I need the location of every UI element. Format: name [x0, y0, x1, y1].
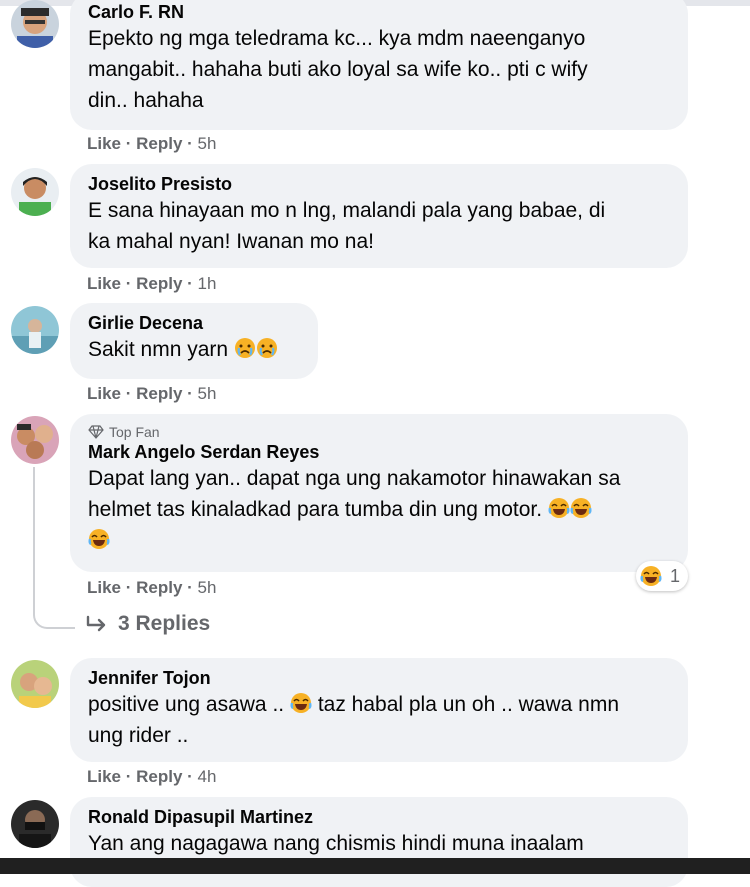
- comment-time[interactable]: 5h: [198, 134, 217, 154]
- comment-bubble: Top Fan Mark Angelo Serdan Reyes Dapat l…: [70, 414, 688, 572]
- comment-actions: Like · Reply · 5h: [87, 134, 217, 154]
- comment-author[interactable]: Joselito Presisto: [88, 173, 670, 195]
- laughing-crying-emoji: [570, 497, 592, 519]
- top-fan-diamond-icon: [88, 425, 104, 439]
- comment-text: Sakit nmn yarn: [88, 334, 300, 365]
- laughing-crying-emoji: [640, 565, 662, 587]
- reaction-count: 1: [670, 565, 681, 586]
- comment-author[interactable]: Jennifer Tojon: [88, 667, 670, 689]
- crying-emoji: [234, 337, 256, 359]
- laughing-crying-emoji: [88, 528, 110, 550]
- like-button[interactable]: Like: [87, 134, 121, 154]
- comment-text: Epekto ng mga teledrama kc... kya mdm na…: [88, 27, 588, 112]
- comment-actions: Like · Reply · 4h: [87, 767, 217, 787]
- comment-author[interactable]: Carlo F. RN: [88, 1, 670, 23]
- comment-text: Dapat lang yan.. dapat nga ung nakamotor…: [88, 463, 670, 556]
- comment-actions: Like · Reply · 5h: [87, 578, 217, 598]
- comment-bubble: Jennifer Tojon positive ung asawa .. taz…: [70, 658, 688, 762]
- reply-button[interactable]: Reply: [136, 578, 182, 598]
- top-fan-badge: Top Fan: [88, 423, 670, 441]
- comment-author[interactable]: Girlie Decena: [88, 312, 300, 334]
- taskbar: [0, 858, 750, 874]
- reaction-summary[interactable]: 1: [636, 561, 689, 591]
- reply-arrow-icon: [86, 615, 106, 632]
- avatar[interactable]: [11, 168, 59, 216]
- comment-time[interactable]: 1h: [198, 274, 217, 294]
- comment-actions: Like · Reply · 5h: [87, 384, 217, 404]
- reply-button[interactable]: Reply: [136, 767, 182, 787]
- view-replies-button[interactable]: 3 Replies: [86, 612, 210, 636]
- reply-thread-line: [33, 467, 75, 629]
- like-button[interactable]: Like: [87, 274, 121, 294]
- like-button[interactable]: Like: [87, 578, 121, 598]
- avatar[interactable]: [11, 416, 59, 464]
- comment-bubble: Girlie Decena Sakit nmn yarn: [70, 303, 318, 379]
- comment-time[interactable]: 5h: [198, 578, 217, 598]
- crying-emoji: [256, 337, 278, 359]
- reply-button[interactable]: Reply: [136, 384, 182, 404]
- comment-bubble: Carlo F. RN Epekto ng mga teledrama kc..…: [70, 0, 688, 130]
- avatar[interactable]: [11, 660, 59, 708]
- reply-button[interactable]: Reply: [136, 134, 182, 154]
- comment-text: E sana hinayaan mo n lng, malandi pala y…: [88, 199, 606, 253]
- badge-label: Top Fan: [109, 424, 160, 440]
- like-button[interactable]: Like: [87, 384, 121, 404]
- comment-text: Yan ang nagagawa nang chismis hindi muna…: [88, 832, 584, 855]
- avatar[interactable]: [11, 306, 59, 354]
- laughing-crying-emoji: [290, 692, 312, 714]
- comment-author[interactable]: Mark Angelo Serdan Reyes: [88, 441, 670, 463]
- comment-bubble: Joselito Presisto E sana hinayaan mo n l…: [70, 164, 688, 268]
- like-button[interactable]: Like: [87, 767, 121, 787]
- replies-label: 3 Replies: [118, 612, 211, 635]
- comment-time[interactable]: 4h: [198, 767, 217, 787]
- reply-button[interactable]: Reply: [136, 274, 182, 294]
- laughing-crying-emoji: [548, 497, 570, 519]
- avatar[interactable]: [11, 800, 59, 848]
- comment-text: positive ung asawa .. taz habal pla un o…: [88, 692, 620, 747]
- comment-time[interactable]: 5h: [198, 384, 217, 404]
- avatar[interactable]: [11, 0, 59, 48]
- comment-author[interactable]: Ronald Dipasupil Martinez: [88, 806, 670, 828]
- comment-actions: Like · Reply · 1h: [87, 274, 217, 294]
